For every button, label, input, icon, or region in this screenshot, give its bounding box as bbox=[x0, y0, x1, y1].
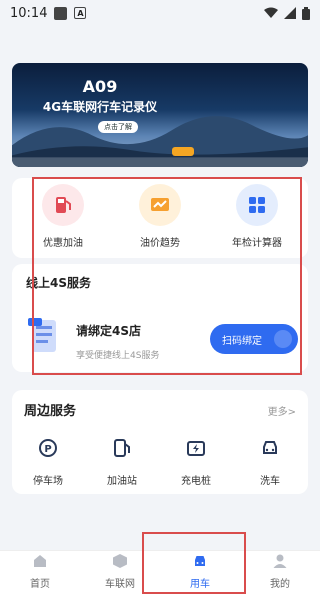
more-link[interactable]: 更多> bbox=[268, 403, 296, 418]
banner-title: A09 bbox=[82, 77, 118, 96]
status-left: 10:14 A bbox=[10, 5, 87, 21]
status-bar: 10:14 A bbox=[0, 0, 320, 26]
user-icon bbox=[273, 554, 287, 568]
highlight-box bbox=[142, 532, 246, 594]
tab-label: 首页 bbox=[30, 579, 50, 590]
car-wash-icon bbox=[263, 441, 277, 454]
nearby-item-label: 洗车 bbox=[260, 476, 280, 487]
nearby-item-label: 停车场 bbox=[33, 476, 63, 487]
nearby-item-parking[interactable]: P 停车场 bbox=[18, 438, 78, 487]
status-time: 10:14 bbox=[10, 5, 48, 21]
signal-icon bbox=[284, 7, 296, 19]
battery-icon bbox=[302, 6, 310, 20]
banner-subtitle: 4G车联网行车记录仪 bbox=[42, 100, 158, 114]
nearby-item-label: 充电桩 bbox=[181, 476, 211, 487]
tab-label: 我的 bbox=[270, 579, 290, 590]
parking-icon: P bbox=[39, 439, 57, 457]
nearby-item-label: 加油站 bbox=[107, 476, 137, 487]
tab-profile[interactable]: 我的 bbox=[240, 553, 320, 590]
a-badge-icon: A bbox=[74, 7, 87, 19]
section-title: 周边服务 bbox=[24, 404, 77, 419]
nearby-item-charging[interactable]: 充电桩 bbox=[166, 438, 226, 487]
notification-icon bbox=[54, 6, 68, 20]
banner-learn-more-button[interactable]: 点击了解 bbox=[98, 121, 138, 133]
promo-banner[interactable]: A09 4G车联网行车记录仪 点击了解 bbox=[12, 63, 308, 167]
nearby-item-gas-station[interactable]: 加油站 bbox=[92, 438, 152, 487]
cube-icon bbox=[113, 554, 127, 568]
highlight-box bbox=[32, 177, 302, 375]
car-icon bbox=[172, 147, 194, 156]
svg-text:P: P bbox=[44, 444, 51, 455]
charging-icon bbox=[187, 441, 205, 456]
home-icon bbox=[34, 555, 46, 567]
gas-station-icon bbox=[114, 439, 130, 457]
wifi-icon bbox=[264, 7, 278, 18]
tab-home[interactable]: 首页 bbox=[0, 553, 80, 590]
nearby-item-car-wash[interactable]: 洗车 bbox=[240, 438, 300, 487]
nearby-services-card: 周边服务 更多> P 停车场 加油站 充电桩 洗车 bbox=[12, 390, 308, 494]
status-right bbox=[264, 6, 310, 20]
